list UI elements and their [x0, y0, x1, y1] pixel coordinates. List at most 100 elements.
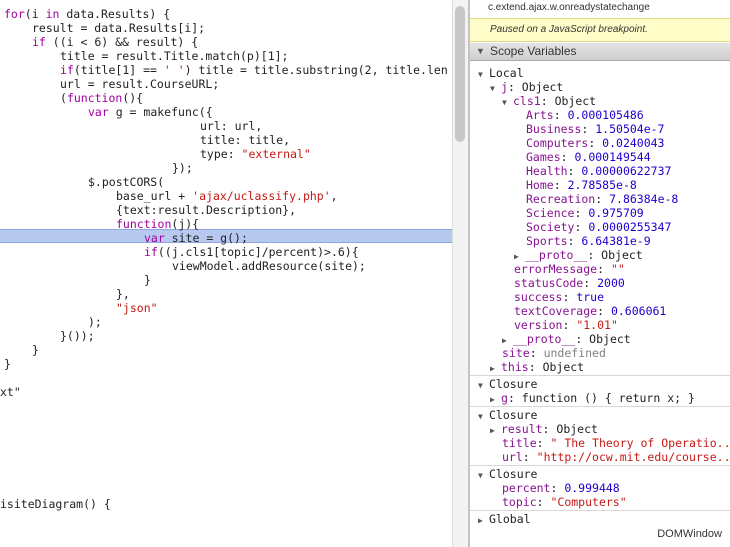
property-name: topic: [502, 495, 537, 509]
property-value: 2000: [597, 276, 625, 290]
scope-property: Games: 0.000149544: [526, 150, 651, 164]
code-line: }: [144, 273, 151, 287]
property-value: undefined: [543, 346, 606, 360]
property-name: Computers: [526, 136, 589, 150]
code-line: );: [88, 315, 102, 329]
scope-property: version: "1.01": [514, 318, 618, 332]
property-name: Business: [526, 122, 582, 136]
property-value: "1.01": [576, 318, 618, 332]
property-value: Object: [601, 248, 643, 262]
property-value: true: [576, 290, 605, 304]
scope-separator: [470, 406, 730, 407]
code-line: title = result.Title.match(p)[1];: [60, 49, 289, 63]
property-value: 0.00000622737: [581, 164, 672, 178]
scope-property: Society: 0.0000255347: [526, 220, 672, 234]
scope-property: Sports: 6.64381e-9: [526, 234, 651, 248]
scope-property: percent: 0.999448: [502, 481, 620, 495]
scope-property: site: undefined: [502, 346, 606, 360]
scope-property[interactable]: ▶ result: Object: [490, 422, 598, 436]
triangle-right-icon[interactable]: ▶: [490, 393, 501, 407]
triangle-right-icon[interactable]: ▶: [478, 514, 489, 528]
property-value: 6.64381e-9: [581, 234, 651, 248]
code-line: }());: [60, 329, 95, 343]
property-name: site: [502, 346, 530, 360]
triangle-down-icon[interactable]: ▼: [478, 469, 489, 483]
code-line: type: "external": [200, 147, 311, 161]
scope-section-global[interactable]: ▶ Global: [478, 512, 531, 526]
scope-property[interactable]: ▼ cls1: Object: [502, 94, 596, 108]
scope-variables-header[interactable]: ▼ Scope Variables: [470, 43, 730, 61]
scope-property: Science: 0.975709: [526, 206, 644, 220]
scope-property: errorMessage: "": [514, 262, 625, 276]
scope-section-label: Local: [489, 66, 524, 80]
property-value: 2.78585e-8: [567, 178, 637, 192]
scope-section-closure[interactable]: ▼ Closure: [478, 377, 537, 391]
triangle-down-icon[interactable]: ▼: [478, 379, 489, 393]
property-name: success: [514, 290, 563, 304]
scope-section-closure[interactable]: ▼ Closure: [478, 467, 537, 481]
property-value: "Computers": [550, 495, 627, 509]
scope-separator: [470, 375, 730, 376]
scope-property: url: "http://ocw.mit.edu/course...: [502, 450, 730, 464]
triangle-down-icon[interactable]: ▼: [478, 68, 489, 82]
property-name: this: [501, 360, 529, 374]
scope-property[interactable]: ▼ j: Object: [490, 80, 563, 94]
property-name: url: [502, 450, 523, 464]
scope-section-local[interactable]: ▼ Local: [478, 66, 524, 80]
property-name: __proto__: [525, 248, 588, 262]
code-line: xt": [0, 385, 21, 399]
code-line: url: url,: [200, 119, 263, 133]
code-line: }: [32, 343, 39, 357]
triangle-down-icon[interactable]: ▼: [490, 82, 501, 96]
code-line: });: [172, 161, 193, 175]
code-line: }: [4, 357, 11, 371]
property-value: 7.86384e-8: [609, 192, 679, 206]
property-name: g: [501, 391, 508, 405]
code-line: "json": [116, 301, 158, 315]
code-line: if((j.cls1[topic]/percent)>.6){: [144, 245, 359, 259]
editor-scrollbar-thumb[interactable]: [455, 6, 465, 142]
property-name: title: [502, 436, 537, 450]
code-line: if(title[1] == ' ') title = title.substr…: [60, 63, 448, 77]
code-line: (function(){: [60, 91, 144, 105]
code-line: result = data.Results[i];: [32, 21, 206, 35]
property-name: __proto__: [513, 332, 576, 346]
scope-section-label: Closure: [489, 467, 538, 481]
triangle-right-icon[interactable]: ▶: [490, 362, 501, 376]
triangle-down-icon[interactable]: ▼: [502, 96, 513, 110]
code-line: title: title,: [200, 133, 291, 147]
scope-property: topic: "Computers": [502, 495, 627, 509]
scope-property[interactable]: ▶ __proto__: Object: [514, 248, 643, 262]
property-name: percent: [502, 481, 551, 495]
property-name: errorMessage: [514, 262, 598, 276]
code-line: },: [116, 287, 130, 301]
property-value: Object: [554, 94, 597, 108]
code-line: url = result.CourseURL;: [60, 77, 220, 91]
scope-property[interactable]: ▶ g: function () { return x; }: [490, 391, 695, 405]
property-name: Games: [526, 150, 561, 164]
property-value: function () { return x; }: [521, 391, 695, 405]
property-value: "": [610, 262, 625, 276]
scope-property: Home: 2.78585e-8: [526, 178, 637, 192]
scope-section-closure[interactable]: ▼ Closure: [478, 408, 537, 422]
scope-property[interactable]: ▶ this: Object: [490, 360, 584, 374]
scope-section-label: Closure: [489, 408, 538, 422]
property-name: cls1: [513, 94, 541, 108]
scope-property[interactable]: ▶ __proto__: Object: [502, 332, 631, 346]
property-value: 0.0000255347: [588, 220, 672, 234]
scope-property: textCoverage: 0.606061: [514, 304, 667, 318]
source-editor[interactable]: for(i in data.Results) {result = data.Re…: [0, 0, 452, 547]
property-name: Science: [526, 206, 575, 220]
triangle-right-icon[interactable]: ▶: [490, 424, 501, 438]
paused-banner: Paused on a JavaScript breakpoint.: [470, 18, 730, 42]
scope-variables-title: Scope Variables: [490, 44, 577, 58]
triangle-down-icon[interactable]: ▼: [478, 410, 489, 424]
scope-property: Computers: 0.0240043: [526, 136, 665, 150]
property-value: 0.0240043: [602, 136, 665, 150]
property-name: Sports: [526, 234, 568, 248]
property-name: j: [501, 80, 508, 94]
call-frame[interactable]: c.extend.ajax.w.onreadystatechange: [488, 2, 650, 13]
property-name: version: [514, 318, 563, 332]
debugger-sidebar: c.extend.ajax.w.onreadystatechange Pause…: [470, 0, 730, 547]
scope-separator: [470, 465, 730, 466]
